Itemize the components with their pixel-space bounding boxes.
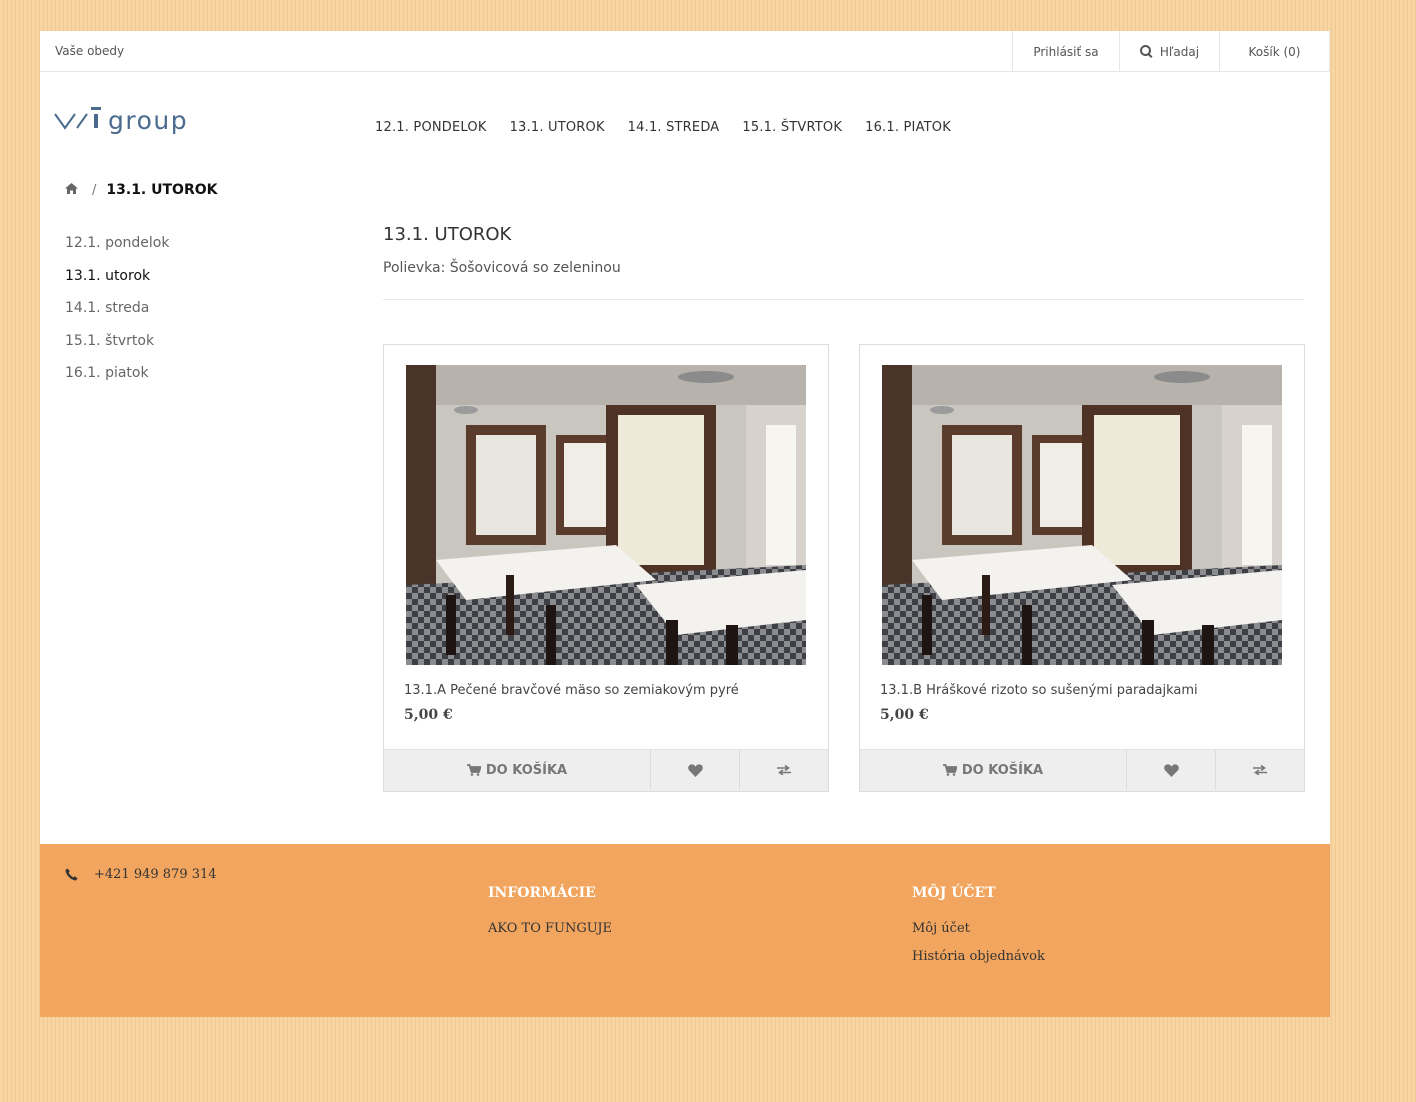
footer-info-column: INFORMÁCIE AKO TO FUNGUJE (488, 885, 612, 949)
home-icon[interactable] (65, 182, 78, 198)
heart-icon (1163, 763, 1179, 777)
main-nav: 12.1. PONDELOK 13.1. UTOROK 14.1. STREDA… (375, 120, 974, 135)
breadcrumb: / 13.1. UTOROK (65, 182, 217, 198)
category-description: Polievka: Šošovicová so zeleninou (383, 260, 621, 276)
login-link[interactable]: Prihlásiť sa (1012, 31, 1119, 72)
footer: +421 949 879 314 INFORMÁCIE AKO TO FUNGU… (40, 844, 1330, 1017)
nav-item-piatok[interactable]: 16.1. PIATOK (865, 120, 951, 135)
top-bar: Vaše obedy Prihlásiť sa Hľadaj Košík (0) (40, 31, 1330, 72)
footer-account-heading: MÔJ ÚČET (912, 885, 996, 901)
nav-item-pondelok[interactable]: 12.1. PONDELOK (375, 120, 487, 135)
footer-account-column: MÔJ ÚČET Môj účet História objednávok (912, 885, 1045, 977)
product-price: 5,00 € (880, 707, 929, 723)
exchange-icon (1253, 765, 1267, 775)
side-item-pondelok[interactable]: 12.1. pondelok (65, 231, 169, 264)
footer-link-my-account[interactable]: Môj účet (912, 921, 1045, 949)
divider (383, 299, 1304, 300)
product-price: 5,00 € (404, 707, 453, 723)
product-actions: DO KOŠÍKA (860, 749, 1304, 791)
footer-info-heading: INFORMÁCIE (488, 885, 596, 901)
exchange-icon (777, 765, 791, 775)
wishlist-button[interactable] (651, 750, 740, 790)
phone-icon (65, 868, 78, 881)
product-card: 13.1.A Pečené bravčové mäso so zemiakový… (383, 344, 829, 792)
side-menu: 12.1. pondelok 13.1. utorok 14.1. streda… (65, 231, 169, 394)
cart-icon (466, 764, 481, 776)
search-icon (1139, 45, 1151, 56)
heart-icon (687, 763, 703, 777)
nav-item-utorok[interactable]: 13.1. UTOROK (510, 120, 605, 135)
nav-item-stvrtok[interactable]: 15.1. ŠTVRTOK (742, 120, 842, 135)
side-item-stvrtok[interactable]: 15.1. štvrtok (65, 329, 169, 362)
side-item-piatok[interactable]: 16.1. piatok (65, 361, 169, 394)
side-item-streda[interactable]: 14.1. streda (65, 296, 169, 329)
wishlist-button[interactable] (1127, 750, 1216, 790)
tagline: Vaše obedy (55, 44, 125, 58)
search-label: Hľadaj (1159, 44, 1200, 59)
add-to-cart-label: DO KOŠÍKA (961, 762, 1044, 778)
product-actions: DO KOŠÍKA (384, 749, 828, 791)
category-title: 13.1. UTOROK (383, 224, 512, 245)
product-card: 13.1.B Hráškové rizoto so sušenými parad… (859, 344, 1305, 792)
add-to-cart-button[interactable]: DO KOŠÍKA (384, 750, 651, 790)
compare-button[interactable] (740, 750, 828, 790)
page-container: Vaše obedy Prihlásiť sa Hľadaj Košík (0)… (40, 31, 1330, 1017)
product-name[interactable]: 13.1.B Hráškové rizoto so sušenými parad… (880, 683, 1198, 698)
cart-icon (942, 764, 957, 776)
compare-button[interactable] (1216, 750, 1304, 790)
logo-graphic: group (54, 106, 188, 135)
add-to-cart-label: DO KOŠÍKA (485, 762, 568, 778)
product-name[interactable]: 13.1.A Pečené bravčové mäso so zemiakový… (404, 683, 739, 698)
footer-link-how-it-works[interactable]: AKO TO FUNGUJE (488, 921, 612, 949)
side-item-utorok[interactable]: 13.1. utorok (65, 264, 169, 297)
footer-phone: +421 949 879 314 (65, 867, 217, 882)
product-image[interactable] (882, 365, 1282, 665)
nav-item-streda[interactable]: 14.1. STREDA (628, 120, 720, 135)
top-links: Prihlásiť sa Hľadaj Košík (0) (1012, 31, 1330, 72)
footer-link-order-history[interactable]: História objednávok (912, 949, 1045, 977)
svg-text:group: group (108, 106, 188, 135)
phone-number[interactable]: +421 949 879 314 (94, 867, 217, 882)
add-to-cart-button[interactable]: DO KOŠÍKA (860, 750, 1127, 790)
cart-link[interactable]: Košík (0) (1219, 31, 1330, 72)
breadcrumb-separator: / (92, 182, 97, 198)
logo[interactable]: group (54, 103, 224, 135)
breadcrumb-current: 13.1. UTOROK (106, 182, 218, 198)
product-image[interactable] (406, 365, 806, 665)
search-link[interactable]: Hľadaj (1119, 31, 1219, 72)
